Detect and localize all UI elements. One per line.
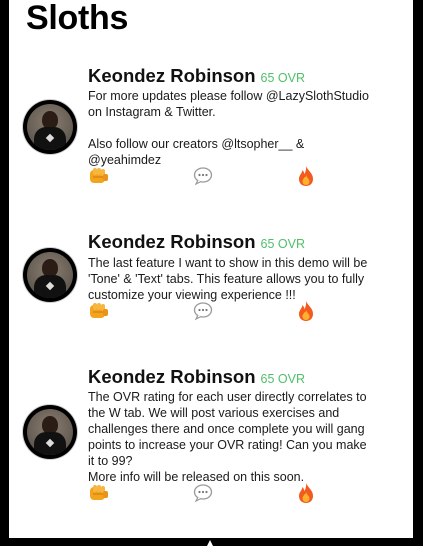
fist-bump-icon [90,303,108,318]
author-avatar[interactable] [23,405,77,459]
avatar-photo [27,252,73,298]
fist-bump-icon [90,485,108,500]
post-actions [9,165,413,187]
post-text-line: For more updates please follow @LazySlot… [88,89,369,103]
ovr-rating: 65 OVR [260,71,305,85]
comment-button[interactable] [191,300,215,322]
fire-button[interactable] [294,482,318,504]
fire-icon [299,301,313,321]
comment-button[interactable] [191,482,215,504]
fist-bump-icon [90,168,108,183]
dap-button[interactable] [87,165,111,187]
fire-icon [299,483,313,503]
fire-button[interactable] [294,165,318,187]
app-screen: Sloths Keondez Robinson 65 OVR For more u… [9,0,413,538]
post-text-line: points to increase your OVR rating! Can … [88,438,367,452]
ovr-rating: 65 OVR [260,372,305,386]
comment-button[interactable] [191,165,215,187]
post-text-line: the W tab. We will post various exercise… [88,406,340,420]
speech-bubble-icon [193,167,213,186]
author-name[interactable]: Keondez Robinson 65 OVR [88,366,305,390]
post-text-line: Also follow our creators @ltsopher__ & [88,137,305,151]
page-title: Sloths [26,0,129,37]
post-text-line: challenges there and once complete you w… [88,422,365,436]
author-name-text: Keondez Robinson [88,366,256,387]
pointer-cursor-icon [207,540,213,546]
fire-icon [299,166,313,186]
post-text-line: The OVR rating for each user directly co… [88,390,367,404]
post-text-line: on Instagram & Twitter. [88,105,216,119]
author-name[interactable]: Keondez Robinson 65 OVR [88,65,305,89]
post-actions [9,300,413,322]
post-text-line: The last feature I want to show in this … [88,256,368,270]
post-body: The last feature I want to show in this … [88,255,406,303]
fire-button[interactable] [294,300,318,322]
post-body: The OVR rating for each user directly co… [88,389,406,485]
author-name-text: Keondez Robinson [88,231,256,252]
avatar-photo [27,409,73,455]
post-text-line: it to 99? [88,454,133,468]
speech-bubble-icon [193,302,213,321]
post-text-line: 'Tone' & 'Text' tabs. This feature allow… [88,272,365,286]
author-name[interactable]: Keondez Robinson 65 OVR [88,231,305,255]
dap-button[interactable] [87,482,111,504]
author-avatar[interactable] [23,100,77,154]
speech-bubble-icon [193,484,213,503]
post-text-line [88,120,406,136]
post-actions [9,482,413,504]
author-name-text: Keondez Robinson [88,65,256,86]
ovr-rating: 65 OVR [260,237,305,251]
dap-button[interactable] [87,300,111,322]
author-avatar[interactable] [23,248,77,302]
avatar-photo [27,104,73,150]
post-body: For more updates please follow @LazySlot… [88,88,406,168]
